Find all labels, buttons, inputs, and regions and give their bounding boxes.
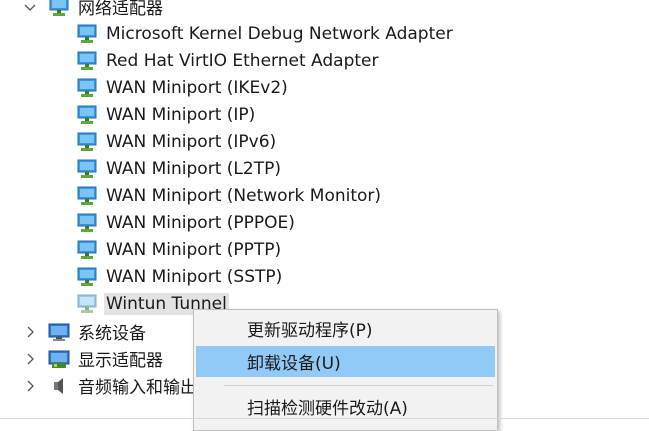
adapter-item[interactable]: WAN Miniport (Network Monitor) bbox=[76, 182, 381, 209]
menu-separator bbox=[224, 385, 493, 386]
network-adapter-icon bbox=[76, 78, 98, 98]
category-label: 显示适配器 bbox=[78, 351, 163, 371]
network-adapter-icon bbox=[76, 24, 98, 44]
display-adapter-icon bbox=[48, 349, 70, 369]
expand-chevron-icon[interactable] bbox=[22, 378, 38, 394]
network-adapter-icon bbox=[76, 294, 98, 314]
adapter-item[interactable]: WAN Miniport (IP) bbox=[76, 101, 255, 128]
system-devices-icon bbox=[48, 322, 70, 342]
network-adapter-icon bbox=[76, 240, 98, 260]
menu-item-label: 更新驱动程序(P) bbox=[247, 321, 373, 341]
menu-item-update-driver[interactable]: 更新驱动程序(P) bbox=[196, 313, 495, 344]
adapter-item[interactable]: WAN Miniport (IKEv2) bbox=[76, 74, 288, 101]
adapter-item[interactable]: WAN Miniport (PPTP) bbox=[76, 236, 281, 263]
menu-item-label: 扫描检测硬件改动(A) bbox=[247, 399, 408, 419]
adapter-item[interactable]: Red Hat VirtIO Ethernet Adapter bbox=[76, 47, 378, 74]
network-adapter-icon bbox=[76, 159, 98, 179]
category-label: 系统设备 bbox=[78, 324, 146, 344]
adapter-item[interactable]: WAN Miniport (SSTP) bbox=[76, 263, 282, 290]
adapter-label: WAN Miniport (IP) bbox=[106, 104, 256, 125]
category-item[interactable]: 显示适配器 bbox=[48, 345, 163, 372]
category-label: 网络适配器 bbox=[78, 0, 163, 19]
adapter-item[interactable]: WAN Miniport (PPPOE) bbox=[76, 209, 295, 236]
adapter-label: WAN Miniport (SSTP) bbox=[106, 266, 283, 287]
adapter-label: WAN Miniport (L2TP) bbox=[106, 158, 281, 179]
network-adapter-icon bbox=[76, 132, 98, 152]
adapter-label: WAN Miniport (PPPOE) bbox=[106, 212, 295, 233]
adapter-label: Red Hat VirtIO Ethernet Adapter bbox=[106, 50, 379, 71]
expand-chevron-icon[interactable] bbox=[22, 324, 38, 340]
category-network-adapters[interactable]: 网络适配器 bbox=[48, 0, 163, 20]
context-menu: 更新驱动程序(P) 卸载设备(U) 扫描检测硬件改动(A) bbox=[193, 309, 498, 431]
adapter-item[interactable]: WAN Miniport (IPv6) bbox=[76, 128, 276, 155]
adapter-label: WAN Miniport (IKEv2) bbox=[106, 77, 288, 98]
audio-io-icon bbox=[48, 376, 70, 396]
network-adapter-icon bbox=[76, 186, 98, 206]
adapter-label: WAN Miniport (Network Monitor) bbox=[106, 185, 382, 206]
category-label: 音频输入和输出 bbox=[78, 378, 197, 398]
adapter-label: Microsoft Kernel Debug Network Adapter bbox=[106, 23, 453, 44]
collapse-chevron-icon[interactable] bbox=[22, 0, 38, 16]
menu-item-uninstall-device[interactable]: 卸载设备(U) bbox=[196, 346, 495, 377]
adapter-label: WAN Miniport (PPTP) bbox=[106, 239, 282, 260]
network-adapter-icon bbox=[76, 213, 98, 233]
adapter-item[interactable]: WAN Miniport (L2TP) bbox=[76, 155, 281, 182]
category-item[interactable]: 音频输入和输出 bbox=[48, 372, 197, 399]
adapter-label: WAN Miniport (IPv6) bbox=[106, 131, 277, 152]
expand-chevron-icon[interactable] bbox=[22, 351, 38, 367]
category-item[interactable]: 系统设备 bbox=[48, 318, 146, 345]
network-adapter-icon bbox=[76, 51, 98, 71]
adapter-item[interactable]: Microsoft Kernel Debug Network Adapter bbox=[76, 20, 453, 47]
menu-item-label: 卸载设备(U) bbox=[247, 354, 341, 374]
network-adapter-icon bbox=[76, 105, 98, 125]
network-adapter-icon bbox=[48, 0, 70, 17]
network-adapter-icon bbox=[76, 267, 98, 287]
